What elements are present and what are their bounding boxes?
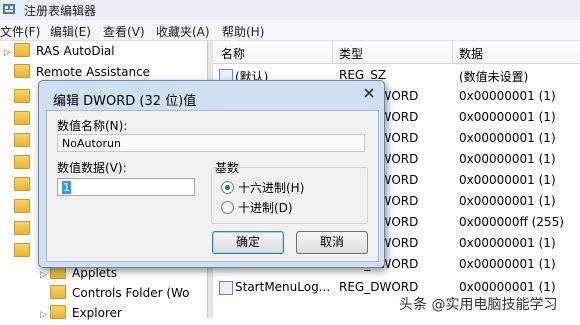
dialog-body: 数值名称(N): NoAutorun 数值数据(V): 1 基数 十六进制(H)… — [46, 110, 379, 262]
column-name[interactable]: 名称 — [221, 45, 245, 62]
folder-icon — [14, 64, 30, 78]
folder-icon — [14, 199, 30, 213]
menu-edit[interactable]: 编辑(E) — [50, 23, 91, 40]
ok-button[interactable]: 确定 — [212, 231, 284, 254]
folder-icon — [14, 221, 30, 235]
folder-icon — [14, 243, 30, 257]
dialog-title: 编辑 DWORD (32 位)值 — [53, 94, 197, 109]
folder-icon — [14, 43, 30, 57]
expand-arrow-icon[interactable]: ▷ — [40, 310, 50, 320]
radio-decimal[interactable]: 十进制(D) — [221, 199, 293, 216]
tree-item-label: Applets — [72, 266, 118, 280]
folder-icon — [14, 155, 30, 169]
column-divider[interactable] — [452, 41, 453, 63]
expand-arrow-icon[interactable]: ▷ — [40, 270, 50, 280]
value-data-label: 数值数据(V): — [57, 161, 127, 175]
folder-icon — [14, 177, 30, 191]
value-name-field[interactable]: NoAutorun — [57, 134, 365, 152]
tree-item[interactable]: ▷ RAS AutoDial — [4, 43, 115, 63]
folder-icon — [50, 305, 66, 319]
folder-icon — [14, 89, 30, 103]
folder-icon — [14, 111, 30, 125]
menu-view[interactable]: 查看(V) — [103, 23, 145, 40]
list-header: 名称 类型 数据 — [213, 41, 580, 64]
column-type[interactable]: 类型 — [339, 45, 363, 62]
tree-item[interactable]: ▷ Explorer — [40, 305, 122, 325]
expand-arrow-icon[interactable]: ▷ — [4, 48, 14, 58]
window-titlebar: 注册表编辑器 — [0, 0, 580, 20]
tree-item[interactable]: ▷ Applets — [40, 265, 117, 285]
folder-icon — [14, 133, 30, 147]
edit-dword-dialog: 编辑 DWORD (32 位)值 数值名称(N): NoAutorun 数值数据… — [38, 80, 385, 268]
cancel-button[interactable]: 取消 — [296, 231, 368, 254]
menu-file[interactable]: 文件(F) — [0, 23, 40, 40]
value-name-label: 数值名称(N): — [57, 119, 128, 133]
regedit-icon — [3, 4, 15, 14]
tree-item[interactable]: Controls Folder (Wo — [40, 285, 190, 305]
radio-unselected-icon — [221, 201, 234, 214]
menu-favorites[interactable]: 收藏夹(A) — [156, 23, 210, 40]
reg-dword-icon — [219, 281, 233, 295]
radio-hex[interactable]: 十六进制(H) — [221, 179, 304, 196]
value-data-input[interactable]: 1 — [57, 178, 195, 196]
watermark-text: 头条 @实用电脑技能学习 — [399, 297, 558, 313]
close-icon[interactable] — [360, 85, 378, 101]
tree-item-label: Controls Folder (Wo — [72, 286, 190, 300]
folder-icon — [50, 285, 66, 299]
menu-bar: 文件(F) 编辑(E) 查看(V) 收藏夹(A) 帮助(H) — [0, 20, 580, 41]
column-divider[interactable] — [332, 41, 333, 63]
value-data-text: 1 — [62, 181, 71, 194]
column-data[interactable]: 数据 — [459, 45, 483, 62]
radio-selected-icon — [221, 181, 234, 194]
window-title: 注册表编辑器 — [24, 4, 97, 18]
tree-item-label: RAS AutoDial — [36, 44, 115, 58]
menu-help[interactable]: 帮助(H) — [222, 23, 264, 40]
tree-item-label: Remote Assistance — [36, 65, 151, 79]
